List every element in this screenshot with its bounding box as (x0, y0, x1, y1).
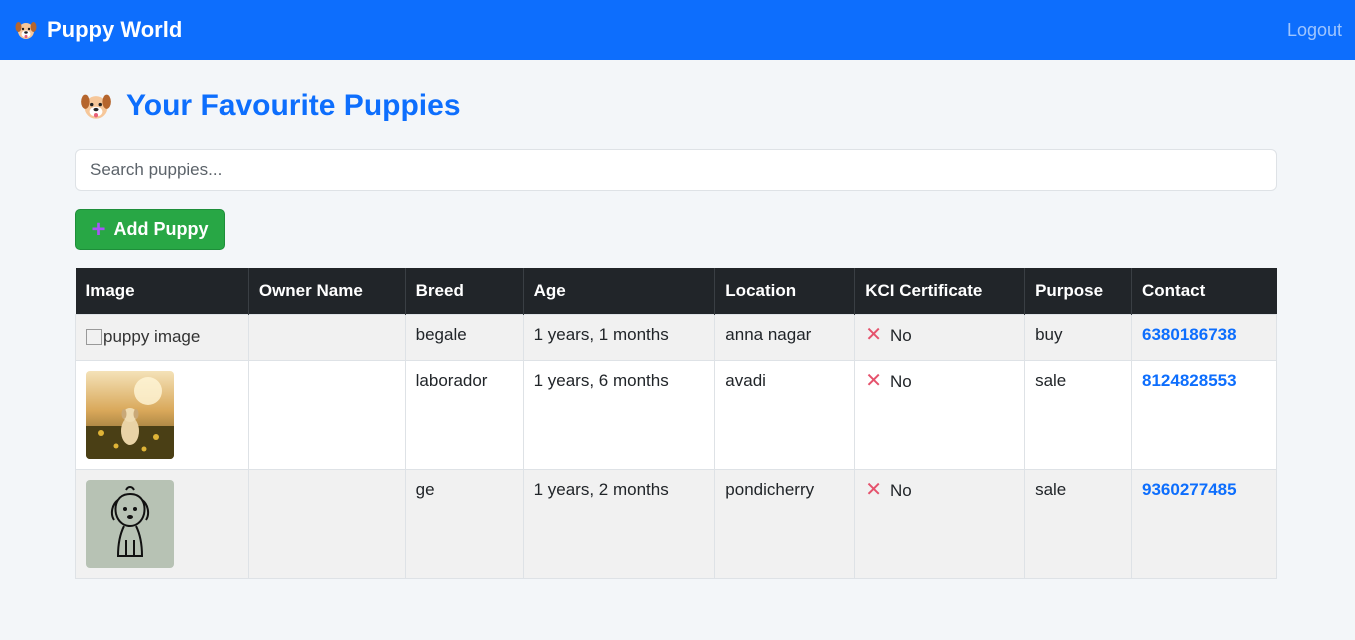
header-purpose: Purpose (1024, 268, 1133, 314)
image-cell: puppy image (75, 313, 249, 361)
plus-icon: + (91, 215, 106, 243)
cross-mark-icon: ✕ (865, 369, 882, 392)
image-alt-text: puppy image (103, 326, 201, 346)
broken-image-icon (86, 328, 102, 345)
age-cell: 1 years, 1 months (522, 313, 716, 361)
breed-cell: laborador (404, 359, 524, 470)
table-row: puppy image begale 1 years, 1 months ann… (75, 313, 1277, 361)
location-cell: anna nagar (714, 313, 856, 361)
puppy-drawing (86, 479, 174, 568)
contact-link[interactable]: 8124828553 (1142, 371, 1237, 390)
purpose-cell: buy (1024, 313, 1133, 361)
header-contact: Contact (1131, 268, 1277, 314)
puppy-photo (86, 370, 174, 459)
logout-link[interactable]: Logout (1287, 20, 1342, 41)
header-age: Age (523, 268, 716, 314)
location-cell: avadi (714, 359, 856, 470)
table-header-row: Image Owner Name Breed Age Location KCI … (75, 268, 1277, 314)
kci-value: No (889, 480, 912, 500)
age-cell: 1 years, 6 months (522, 359, 716, 470)
contact-cell: 9360277485 (1131, 468, 1277, 579)
breed-cell: begale (404, 313, 524, 361)
contact-cell: 8124828553 (1131, 359, 1277, 470)
image-cell (75, 468, 249, 579)
contact-cell: 6380186738 (1131, 313, 1277, 361)
cross-mark-icon: ✕ (865, 478, 882, 501)
purpose-cell: sale (1024, 468, 1133, 579)
kci-cell: ✕ No (854, 468, 1026, 579)
kci-cell: ✕ No (854, 313, 1026, 361)
brand-title: Puppy World (47, 17, 183, 42)
contact-link[interactable]: 9360277485 (1142, 480, 1237, 499)
kci-value: No (889, 325, 912, 345)
add-puppy-label: Add Puppy (113, 219, 209, 239)
header-kci-certificate: KCI Certificate (854, 268, 1026, 314)
header-location: Location (714, 268, 856, 314)
broken-image: puppy image (86, 327, 200, 347)
kci-cell: ✕ No (854, 359, 1026, 470)
owner-cell (247, 313, 406, 361)
cross-mark-icon: ✕ (865, 323, 882, 346)
image-cell (75, 359, 249, 470)
puppies-table: Image Owner Name Breed Age Location KCI … (75, 268, 1277, 579)
main-content: Your Favourite Puppies + Add Puppy Image… (75, 60, 1277, 579)
brand-link[interactable]: Puppy World (14, 17, 182, 43)
breed-cell: ge (404, 468, 524, 579)
search-input[interactable] (75, 149, 1277, 191)
page-title: Your Favourite Puppies (75, 87, 1277, 125)
purpose-cell: sale (1024, 359, 1133, 470)
add-puppy-button[interactable]: + Add Puppy (75, 209, 225, 250)
header-breed: Breed (405, 268, 524, 314)
owner-cell (247, 359, 406, 470)
location-cell: pondicherry (714, 468, 856, 579)
header-image: Image (75, 268, 249, 314)
contact-link[interactable]: 6380186738 (1142, 325, 1237, 344)
age-cell: 1 years, 2 months (522, 468, 716, 579)
owner-cell (247, 468, 406, 579)
dog-face-icon (14, 18, 38, 42)
top-navbar: Puppy World Logout (0, 0, 1355, 60)
dog-face-icon (79, 89, 113, 123)
header-owner-name: Owner Name (248, 268, 406, 314)
kci-value: No (889, 371, 912, 391)
table-row: laborador 1 years, 6 months avadi ✕ No sa… (75, 359, 1277, 470)
table-row: ge 1 years, 2 months pondicherry ✕ No sal… (75, 468, 1277, 579)
page-title-text: Your Favourite Puppies (126, 89, 461, 122)
